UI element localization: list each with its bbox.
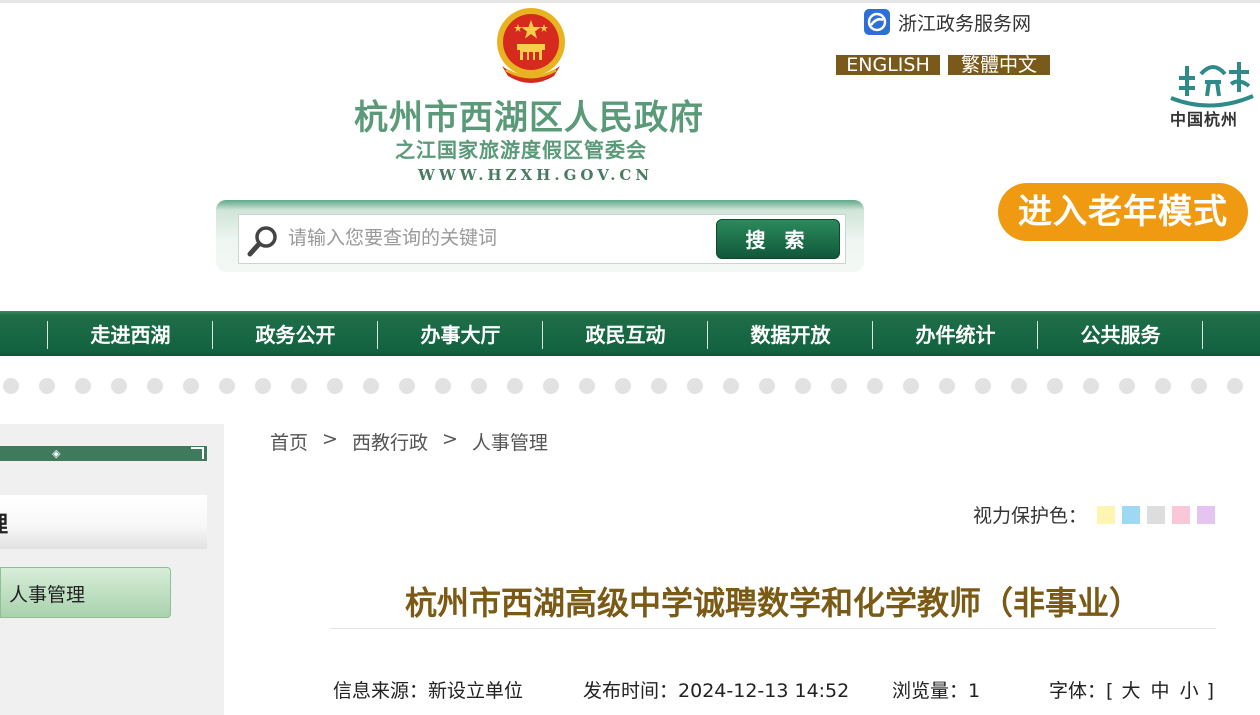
decorative-dot xyxy=(615,378,631,394)
breadcrumb-personnel[interactable]: 人事管理 xyxy=(472,428,548,455)
decorative-dot xyxy=(867,378,883,394)
source-label: 信息来源： xyxy=(333,680,429,702)
title-divider xyxy=(330,628,1216,629)
search-icon xyxy=(247,226,277,257)
vision-color-gray[interactable] xyxy=(1147,505,1166,524)
sidebar-item-personnel-label: 人事管理 xyxy=(9,584,86,606)
decorative-dot xyxy=(651,378,667,394)
decorative-dot xyxy=(39,378,55,394)
traditional-chinese-link[interactable]: 繁體中文 xyxy=(948,55,1050,75)
article-views: 浏览量：1 xyxy=(892,676,980,703)
zhejiang-service-icon xyxy=(864,9,890,35)
decorative-dot xyxy=(183,378,199,394)
zhejiang-service-link[interactable]: 浙江政务服务网 xyxy=(864,9,1031,35)
views-label: 浏览量： xyxy=(892,680,969,702)
font-bracket-open: [ xyxy=(1106,680,1114,702)
sidebar-heading-box xyxy=(0,495,207,549)
article-source: 信息来源：新设立单位 xyxy=(333,676,523,703)
source-value: 新设立单位 xyxy=(428,680,524,702)
nav-item-service-hall[interactable]: 办事大厅 xyxy=(378,311,543,356)
decorative-dot xyxy=(147,378,163,394)
decorative-dot xyxy=(759,378,775,394)
decorative-dot xyxy=(1011,378,1027,394)
english-link[interactable]: ENGLISH xyxy=(836,55,940,75)
vision-color-yellow[interactable] xyxy=(1097,505,1116,524)
page: 杭州市西湖区人民政府 之江国家旅游度假区管委会 WWW.HZXH.GOV.CN … xyxy=(0,0,1260,715)
nav-item-statistics[interactable]: 办件统计 xyxy=(873,311,1038,356)
breadcrumb-separator: > xyxy=(441,428,458,450)
sidebar-heading: 理 xyxy=(0,507,8,539)
decorative-dot xyxy=(363,378,379,394)
nav-item-about-xihu[interactable]: 走进西湖 xyxy=(48,311,213,356)
nav-item-open-data[interactable]: 数据开放 xyxy=(708,311,873,356)
decorative-dot xyxy=(1155,378,1171,394)
decorative-dot xyxy=(471,378,487,394)
decorative-dot xyxy=(111,378,127,394)
decorative-dot xyxy=(579,378,595,394)
views-value: 1 xyxy=(968,680,981,702)
decorative-dot xyxy=(507,378,523,394)
china-hangzhou-logo-text: 中国杭州 xyxy=(1170,110,1239,129)
breadcrumb-separator: > xyxy=(322,428,338,450)
decorative-dot xyxy=(75,378,91,394)
site-title: 杭州市西湖区人民政府 xyxy=(354,98,704,138)
main-nav: 走进西湖 政务公开 办事大厅 政民互动 数据开放 办件统计 公共服务 xyxy=(0,311,1260,356)
decorative-dot xyxy=(291,378,307,394)
decorative-dot xyxy=(1119,378,1135,394)
font-large-button[interactable]: 大 xyxy=(1121,680,1140,702)
decorative-dot xyxy=(327,378,343,394)
decorative-dot xyxy=(219,378,235,394)
vision-color-pink[interactable] xyxy=(1172,505,1191,524)
sidebar-title-bar xyxy=(0,446,207,461)
decorative-dot xyxy=(255,378,271,394)
decorative-dot xyxy=(399,378,415,394)
decorative-dot xyxy=(975,378,991,394)
decorative-dot xyxy=(903,378,919,394)
decorative-dot xyxy=(831,378,847,394)
vision-protection-colors: 视力保护色： xyxy=(973,501,1216,528)
elder-mode-button[interactable]: 进入老年模式 xyxy=(998,183,1248,241)
font-small-button[interactable]: 小 xyxy=(1180,680,1199,702)
national-emblem-icon xyxy=(497,8,565,83)
publish-time-label: 发布时间： xyxy=(583,680,679,702)
decorative-dot xyxy=(1227,378,1243,394)
decorative-dot xyxy=(1047,378,1063,394)
nav-item-public-service[interactable]: 公共服务 xyxy=(1038,311,1203,356)
sidebar-corner-icon xyxy=(191,447,204,459)
breadcrumb: 首页 > 西教行政 > 人事管理 xyxy=(270,428,548,455)
font-bracket-close: ] xyxy=(1206,680,1215,702)
site-subtitle: 之江国家旅游度假区管委会 xyxy=(395,138,647,162)
decorative-dot xyxy=(543,378,559,394)
decorative-dot xyxy=(1083,378,1099,394)
vision-protection-label: 视力保护色： xyxy=(973,505,1088,527)
font-size-label: 字体： xyxy=(1049,680,1107,702)
nav-item-government-affairs[interactable]: 政务公开 xyxy=(213,311,378,356)
font-medium-button[interactable]: 中 xyxy=(1151,680,1170,702)
decorative-dots xyxy=(0,378,1260,394)
article-publish-time: 发布时间：2024-12-13 14:52 xyxy=(583,676,849,703)
site-domain: WWW.HZXH.GOV.CN xyxy=(418,166,654,184)
decorative-dot xyxy=(1191,378,1207,394)
breadcrumb-education-admin[interactable]: 西教行政 xyxy=(352,428,428,455)
vision-color-purple[interactable] xyxy=(1197,505,1216,524)
search-input[interactable] xyxy=(288,222,708,254)
nav-item-interaction[interactable]: 政民互动 xyxy=(543,311,708,356)
top-border xyxy=(0,0,1260,3)
article-title: 杭州市西湖高级中学诚聘数学和化学教师（非事业） xyxy=(404,584,1141,622)
search-button[interactable]: 搜 索 xyxy=(716,219,840,259)
nav-separator xyxy=(1202,321,1203,349)
decorative-dot xyxy=(939,378,955,394)
decorative-dot xyxy=(435,378,451,394)
publish-time-value: 2024-12-13 14:52 xyxy=(678,680,850,702)
decorative-dot xyxy=(687,378,703,394)
decorative-dot xyxy=(3,378,19,394)
vision-color-blue[interactable] xyxy=(1122,505,1141,524)
decorative-dot xyxy=(795,378,811,394)
zhejiang-service-label: 浙江政务服务网 xyxy=(898,12,1032,35)
breadcrumb-home[interactable]: 首页 xyxy=(270,428,308,455)
decorative-dot xyxy=(723,378,739,394)
font-size-control: 字体：[ 大 中 小 ] xyxy=(1049,676,1214,703)
sidebar-ornament-icon: ◈ xyxy=(52,447,61,460)
